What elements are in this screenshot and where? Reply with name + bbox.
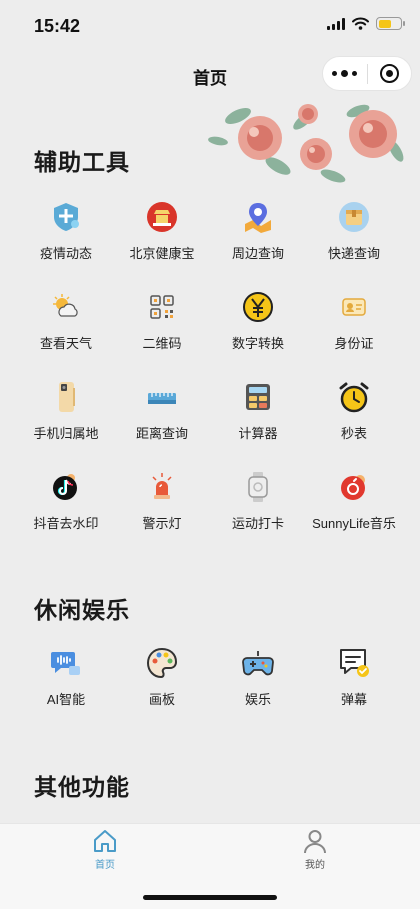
tool-label: 运动打卡 <box>231 516 284 531</box>
leisure-label: AI智能 <box>46 692 86 707</box>
gamepad-icon <box>241 646 275 680</box>
more-button[interactable] <box>323 57 367 90</box>
more-dots-icon <box>332 70 358 77</box>
tool-calculator[interactable]: 计算器 <box>210 366 306 456</box>
tool-label: 身份证 <box>334 336 374 351</box>
status-icons <box>327 17 405 30</box>
tab-home-label: 首页 <box>95 860 115 871</box>
shield-virus-icon <box>49 200 83 234</box>
section-title-tools: 辅助工具 <box>34 149 130 175</box>
tab-home[interactable]: 首页 <box>75 828 135 871</box>
tool-distance[interactable]: 距离查询 <box>114 366 210 456</box>
tools-grid: 疫情动态 北京健康宝 周边查询 快递查询 查看天气 二维码 数字转换 身份证 手… <box>18 186 402 546</box>
tool-label: 二维码 <box>142 336 182 351</box>
tool-phone-location[interactable]: 手机归属地 <box>18 366 114 456</box>
tool-label: 快递查询 <box>327 246 380 261</box>
leisure-ai[interactable]: AI智能 <box>18 632 114 722</box>
status-time: 15:42 <box>34 16 81 36</box>
tool-sport-checkin[interactable]: 运动打卡 <box>210 456 306 546</box>
tool-qrcode[interactable]: 二维码 <box>114 276 210 366</box>
tool-express[interactable]: 快递查询 <box>306 186 402 276</box>
close-mini-program-button[interactable] <box>368 57 412 90</box>
tool-beijing-health[interactable]: 北京健康宝 <box>114 186 210 276</box>
leisure-drawing-board[interactable]: 画板 <box>114 632 210 722</box>
section-title-leisure: 休闲娱乐 <box>34 597 130 623</box>
tool-warning-light[interactable]: 警示灯 <box>114 456 210 546</box>
home-indicator <box>143 895 277 900</box>
mini-program-capsule <box>322 56 412 91</box>
tool-label: 查看天气 <box>39 336 92 351</box>
tool-stopwatch[interactable]: 秒表 <box>306 366 402 456</box>
tool-label: 距离查询 <box>135 426 188 441</box>
tool-label: 抖音去水印 <box>33 516 99 531</box>
tool-label: 北京健康宝 <box>129 246 195 261</box>
netease-music-icon <box>337 470 371 504</box>
tiktok-icon <box>49 470 83 504</box>
leisure-grid: AI智能 画板 娱乐 弹幕 <box>18 632 402 722</box>
alarm-clock-icon <box>337 380 371 414</box>
leisure-label: 画板 <box>148 692 175 707</box>
smartwatch-icon <box>241 470 275 504</box>
weather-icon <box>49 290 83 324</box>
tool-label: SunnyLife音乐 <box>312 516 396 531</box>
phone-icon <box>49 380 83 414</box>
tool-label: 手机归属地 <box>33 426 99 441</box>
leisure-entertainment[interactable]: 娱乐 <box>210 632 306 722</box>
yuan-coin-icon <box>241 290 275 324</box>
tool-label: 疫情动态 <box>39 246 92 261</box>
id-card-icon <box>337 290 371 324</box>
calculator-icon <box>241 380 275 414</box>
ruler-icon <box>145 380 179 414</box>
leisure-label: 弹幕 <box>340 692 367 707</box>
battery-icon <box>376 17 405 30</box>
cellular-signal-icon <box>327 17 345 30</box>
tool-id-card[interactable]: 身份证 <box>306 276 402 366</box>
home-icon <box>94 830 116 852</box>
target-icon <box>379 64 399 83</box>
tool-number-convert[interactable]: 数字转换 <box>210 276 306 366</box>
section-title-other: 其他功能 <box>34 774 130 800</box>
leisure-danmaku[interactable]: 弹幕 <box>306 632 402 722</box>
tool-label: 秒表 <box>340 426 367 441</box>
user-icon <box>304 830 326 854</box>
package-icon <box>337 200 371 234</box>
tool-label: 数字转换 <box>231 336 284 351</box>
siren-icon <box>145 470 179 504</box>
tab-mine[interactable]: 我的 <box>285 828 345 871</box>
tool-label: 警示灯 <box>142 516 182 531</box>
tool-nearby[interactable]: 周边查询 <box>210 186 306 276</box>
leisure-label: 娱乐 <box>244 692 271 707</box>
map-pin-icon <box>241 200 275 234</box>
tab-mine-label: 我的 <box>305 860 325 871</box>
qrcode-icon <box>145 290 179 324</box>
danmaku-icon <box>337 646 371 680</box>
tool-weather[interactable]: 查看天气 <box>18 276 114 366</box>
ai-voice-icon <box>49 646 83 680</box>
tool-label: 周边查询 <box>231 246 284 261</box>
wifi-icon <box>352 17 369 30</box>
palette-icon <box>145 646 179 680</box>
tool-epidemic[interactable]: 疫情动态 <box>18 186 114 276</box>
status-bar: 15:42 <box>0 0 420 52</box>
tool-sunnylife-music[interactable]: SunnyLife音乐 <box>306 456 402 546</box>
tool-douyin-watermark[interactable]: 抖音去水印 <box>18 456 114 546</box>
health-code-icon <box>145 200 179 234</box>
tool-label: 计算器 <box>238 426 278 441</box>
peony-decoration <box>208 104 404 183</box>
